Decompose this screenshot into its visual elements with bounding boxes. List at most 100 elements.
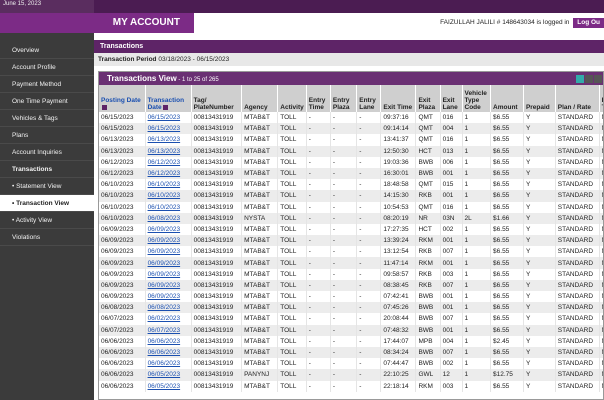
transaction-date-link[interactable]: 06/10/2023 <box>145 201 192 213</box>
table-cell: - <box>330 212 358 224</box>
table-cell: $6.55 <box>490 167 524 180</box>
sidebar-item-violations[interactable]: Violations <box>0 229 94 246</box>
col-header-agency: Agency <box>241 85 279 112</box>
col-header-posting-date[interactable]: Posting Date <box>99 85 146 112</box>
transaction-date-link[interactable]: 06/09/2023 <box>145 268 192 280</box>
transaction-date-link[interactable]: 06/08/2023 <box>145 212 192 224</box>
table-cell: 1 <box>462 145 492 157</box>
table-cell: 11:47:14 <box>380 257 417 269</box>
table-row: 06/09/2023 06/09/2023 00813431919 MTAB&T TOL… <box>99 257 603 269</box>
table-cell: 00813431919 <box>191 145 243 157</box>
table-row: 06/12/2023 06/12/2023 00813431919 MTAB&T TOL… <box>99 156 603 168</box>
table-cell: - <box>330 313 358 325</box>
sort-icon[interactable] <box>102 104 107 110</box>
table-cell: - <box>330 279 358 291</box>
table-cell: N <box>599 145 603 157</box>
transaction-date-link[interactable]: 06/15/2023 <box>145 123 192 135</box>
table-cell: STANDARD <box>555 279 600 291</box>
table-cell: STANDARD <box>555 223 600 236</box>
sidebar-item-account-profile[interactable]: Account Profile <box>0 59 94 76</box>
col-header-label: Tag/ PlateNumber <box>193 97 234 111</box>
table-cell: NYSTA <box>241 212 279 224</box>
sidebar-item-transactions[interactable]: Transactions <box>0 161 94 178</box>
transaction-date-link[interactable]: 06/10/2023 <box>145 190 192 202</box>
transaction-date-link[interactable]: 06/09/2023 <box>145 246 192 258</box>
table-cell: 19:03:36 <box>380 156 417 168</box>
table-cell: STANDARD <box>555 246 600 258</box>
sidebar-item-statement-view[interactable]: • Statement View <box>0 178 94 195</box>
transaction-date-link[interactable]: 06/15/2023 <box>145 112 192 124</box>
table-cell: 06/06/2023 <box>99 369 146 381</box>
transaction-date-link[interactable]: 06/09/2023 <box>145 279 192 291</box>
table-cell: 1 <box>462 369 492 381</box>
transaction-date-link[interactable]: 06/12/2023 <box>145 156 192 168</box>
table-cell: - <box>330 346 358 359</box>
transaction-date-link[interactable]: 06/07/2023 <box>145 324 192 336</box>
sidebar-item-plans[interactable]: Plans <box>0 127 94 144</box>
sidebar-item-overview[interactable]: Overview <box>0 42 94 59</box>
col-header-activity: Activity <box>277 85 307 112</box>
transaction-date-link[interactable]: 06/02/2023 <box>145 313 192 325</box>
table-cell: - <box>330 179 358 191</box>
table-cell: Y <box>523 134 556 146</box>
table-cell: N <box>599 291 603 303</box>
export-icon[interactable] <box>576 75 584 83</box>
col-header-plan-rate: Plan / Rate <box>555 85 600 112</box>
transaction-date-link[interactable]: 06/08/2023 <box>145 302 192 314</box>
table-cell: 001 <box>440 167 463 180</box>
sidebar-item-transaction-view[interactable]: • Transaction View <box>0 195 94 212</box>
table-cell: Y <box>523 346 556 359</box>
sidebar-item-activity-view[interactable]: • Activity View <box>0 212 94 229</box>
transaction-date-link[interactable]: 06/09/2023 <box>145 223 192 236</box>
table-cell: 2L <box>462 212 492 224</box>
table-cell: N <box>599 358 603 370</box>
transaction-date-link[interactable]: 06/06/2023 <box>145 335 192 347</box>
table-cell: - <box>306 257 331 269</box>
transaction-date-link[interactable]: 06/06/2023 <box>145 346 192 359</box>
table-cell: - <box>356 358 382 370</box>
transaction-date-link[interactable]: 06/05/2023 <box>145 380 192 392</box>
table-cell: - <box>330 123 358 135</box>
table-cell: RKB <box>415 268 441 280</box>
sidebar-item-one-time-payment[interactable]: One Time Payment <box>0 93 94 110</box>
table-row: 06/07/2023 06/02/2023 00813431919 MTAB&T TOL… <box>99 313 603 325</box>
table-cell: - <box>330 246 358 258</box>
transaction-date-link[interactable]: 06/12/2023 <box>145 167 192 180</box>
col-header-transaction-date[interactable]: Transaction Date <box>145 85 192 112</box>
table-cell: MTAB&T <box>241 112 279 124</box>
col-header-label: Entry Time <box>308 97 326 111</box>
transaction-date-link[interactable]: 06/09/2023 <box>145 257 192 269</box>
table-cell: Y <box>523 257 556 269</box>
table-cell: 00813431919 <box>191 335 243 347</box>
table-cell: TOLL <box>277 369 307 381</box>
table-cell: - <box>356 179 382 191</box>
table-cell: 06/06/2023 <box>99 335 146 347</box>
transaction-date-link[interactable]: 06/09/2023 <box>145 235 192 247</box>
table-cell: 07:48:32 <box>380 324 417 336</box>
transaction-date-link[interactable]: 06/05/2023 <box>145 369 192 381</box>
sort-icon[interactable] <box>162 104 168 110</box>
table-cell: - <box>356 134 382 146</box>
first-page-icon[interactable] <box>585 75 593 83</box>
transaction-date-link[interactable]: 06/10/2023 <box>145 179 192 191</box>
logout-button[interactable]: Log Ou <box>573 18 604 28</box>
table-cell: TOLL <box>277 156 307 168</box>
sidebar-item-account-inquiries[interactable]: Account Inquiries <box>0 144 94 161</box>
table-cell: - <box>306 279 331 291</box>
transaction-date-link[interactable]: 06/13/2023 <box>145 145 192 157</box>
transaction-date-link[interactable]: 06/13/2023 <box>145 134 192 146</box>
prev-page-icon[interactable] <box>594 75 602 83</box>
sidebar-item-vehicles-tags[interactable]: Vehicles & Tags <box>0 110 94 127</box>
table-cell: 1 <box>462 201 492 213</box>
table-cell: - <box>306 291 331 303</box>
table-cell: TOLL <box>277 302 307 314</box>
sidebar-item-payment-method[interactable]: Payment Method <box>0 76 94 93</box>
col-header-entry-time: Entry Time <box>306 85 331 112</box>
transaction-date-link[interactable]: 06/09/2023 <box>145 291 192 303</box>
table-cell: MTAB&T <box>241 179 279 191</box>
table-cell: 07:45:26 <box>380 302 417 314</box>
table-row: 06/10/2023 06/10/2023 00813431919 MTAB&T TOL… <box>99 179 603 191</box>
table-cell: 003 <box>440 268 463 280</box>
table-cell: - <box>306 358 331 370</box>
transaction-date-link[interactable]: 06/06/2023 <box>145 358 192 370</box>
